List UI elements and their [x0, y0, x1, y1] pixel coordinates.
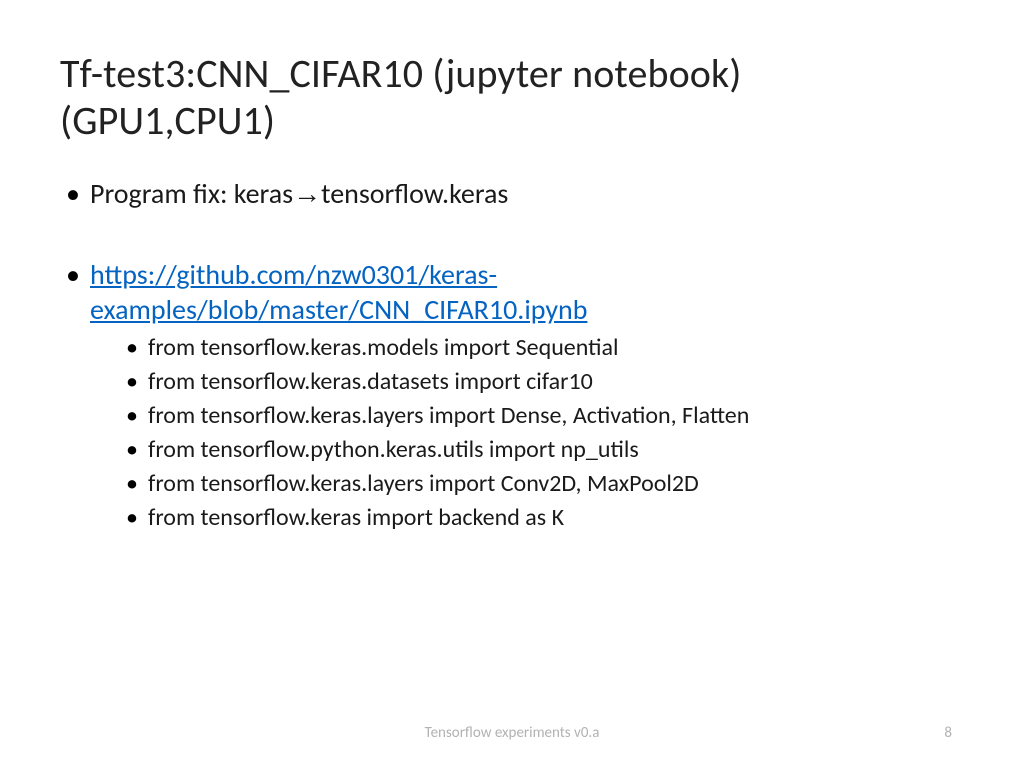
sub-bullet: from tensorflow.keras.layers import Conv… — [124, 469, 964, 499]
slide-title: Tf-test3:CNN_CIFAR10 (jupyter notebook) … — [60, 50, 964, 144]
sub-bullet: from tensorflow.keras.datasets import ci… — [124, 367, 964, 397]
page-number: 8 — [944, 724, 952, 742]
sub-bullet: from tensorflow.python.keras.utils impor… — [124, 435, 964, 465]
bullet-text: tensorflow.keras — [321, 176, 508, 211]
slide: Tf-test3:CNN_CIFAR10 (jupyter notebook) … — [0, 0, 1024, 768]
bullet-program-fix: Program fix: keras→tensorflow.keras — [60, 176, 964, 211]
bullet-text: Program fix: keras — [90, 176, 293, 211]
github-link[interactable]: https://github.com/nzw0301/keras-example… — [90, 257, 587, 327]
sub-bullet: from tensorflow.keras import backend as … — [124, 503, 964, 533]
sub-bullet-list: from tensorflow.keras.models import Sequ… — [90, 333, 964, 533]
sub-bullet: from tensorflow.keras.layers import Dens… — [124, 401, 964, 431]
arrow-icon: → — [293, 178, 321, 209]
sub-bullet: from tensorflow.keras.models import Sequ… — [124, 333, 964, 363]
footer-text: Tensorflow experiments v0.a — [0, 724, 1024, 742]
bullet-link: https://github.com/nzw0301/keras-example… — [60, 257, 964, 533]
bullet-list: Program fix: keras→tensorflow.keras http… — [60, 176, 964, 533]
